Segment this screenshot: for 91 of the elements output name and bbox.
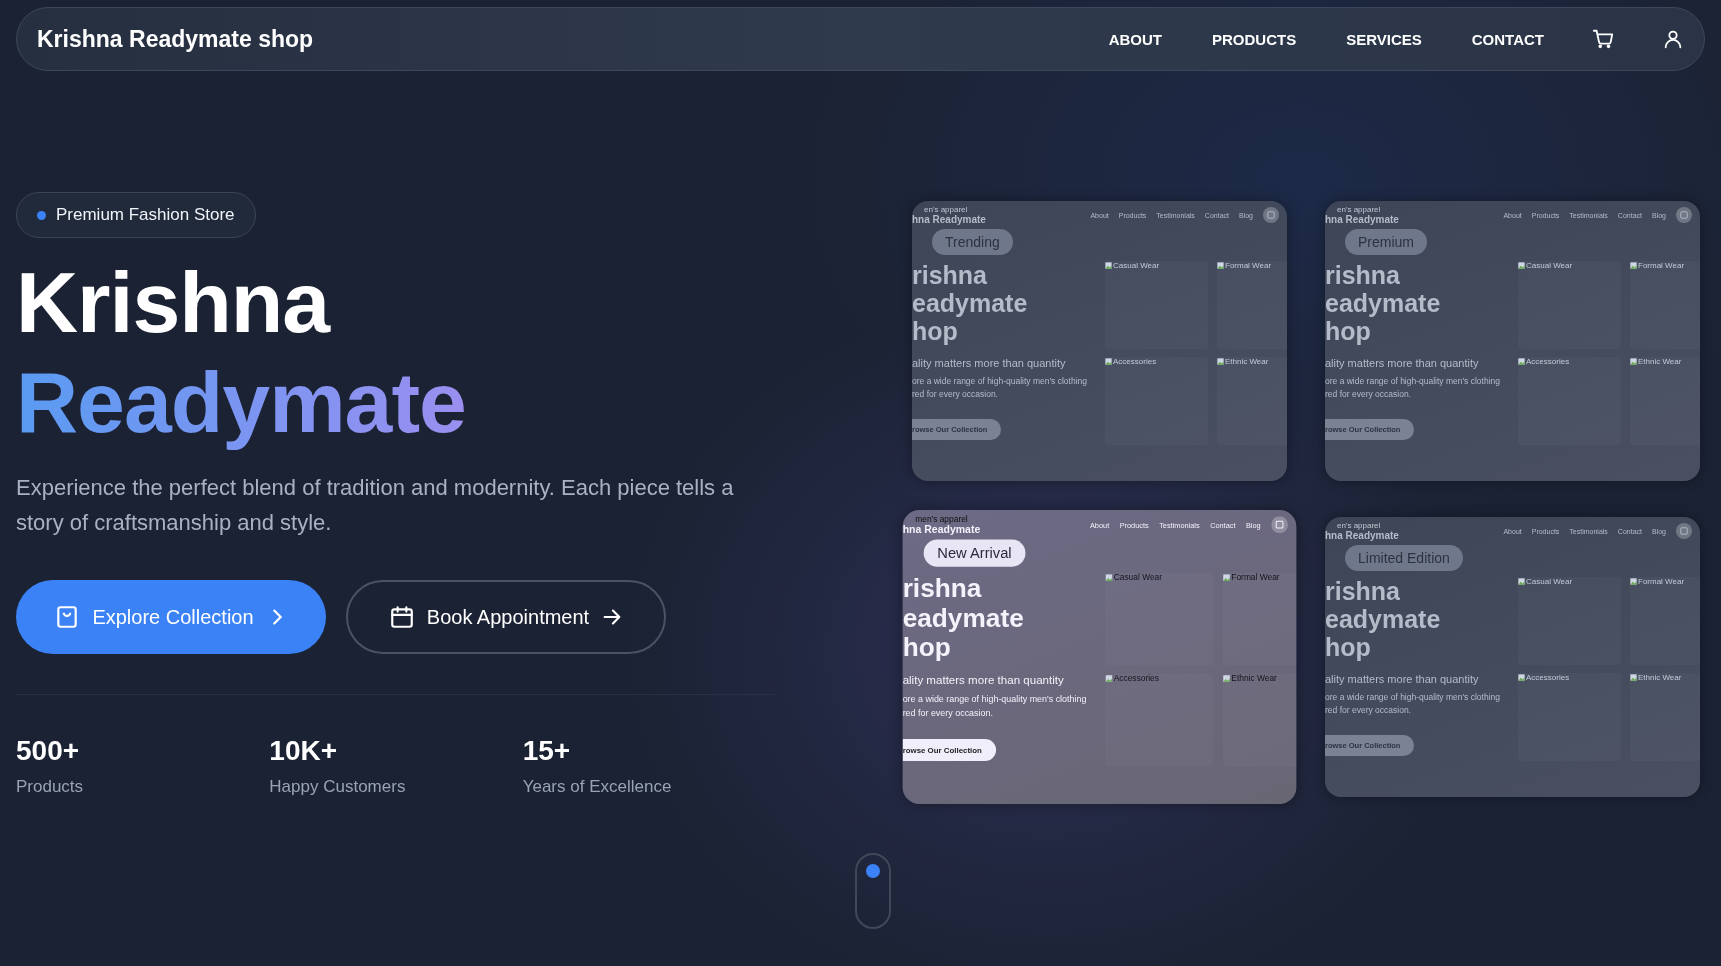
stat-label: Products <box>16 777 85 797</box>
tile-label: Accessories <box>1526 357 1570 366</box>
broken-image-icon <box>1630 358 1637 365</box>
preview-brand: hna Readymate <box>1325 530 1399 541</box>
stat-value: 500+ <box>16 735 81 767</box>
preview-brand: hna Readymate <box>902 523 981 536</box>
tile-label: Ethnic Wear <box>1638 673 1682 682</box>
preview-description: ore a wide range of high-quality men's clothing <box>1325 691 1502 704</box>
preview-description: red for every occasion. <box>1325 388 1412 401</box>
preview-subtitle: ality matters more than quantity <box>912 357 1067 369</box>
preview-headline: hop <box>912 317 959 345</box>
preview-headline: rishna <box>1325 577 1402 605</box>
tile-label: Casual Wear <box>1113 573 1163 583</box>
appointment-button[interactable]: Book Appointment <box>346 580 666 654</box>
preview-subtitle: ality matters more than quantity <box>1325 673 1480 685</box>
preview-description: ore a wide range of high-quality men's clothing <box>902 692 1088 707</box>
preview-subtitle: ality matters more than quantity <box>902 673 1065 687</box>
tile-label: Ethnic Wear <box>1231 673 1277 684</box>
tile-label: Formal Wear <box>1638 261 1685 270</box>
broken-image-icon <box>1518 262 1525 269</box>
broken-image-icon <box>1222 674 1231 683</box>
stat-label: Years of Excellence <box>522 777 673 797</box>
tile-label: Formal Wear <box>1225 261 1272 270</box>
broken-image-icon <box>1105 574 1113 582</box>
preview-headline: eadymate <box>902 602 1025 632</box>
preview-headline: hop <box>1325 317 1372 345</box>
preview-description: red for every occasion. <box>902 706 994 720</box>
nav-link[interactable]: PRODUCTS <box>1212 30 1297 48</box>
broken-image-icon <box>1105 358 1112 365</box>
tile-label: Accessories <box>1526 673 1570 682</box>
nav-link[interactable]: SERVICES <box>1346 30 1422 48</box>
preview-brand: hna Readymate <box>1325 214 1399 225</box>
preview-description: red for every occasion. <box>1325 704 1412 717</box>
broken-image-icon <box>1217 358 1224 365</box>
broken-image-icon <box>1217 262 1224 269</box>
broken-image-icon <box>1518 674 1525 681</box>
tile-label: Formal Wear <box>1638 577 1685 586</box>
store-badge: Premium Fashion Store <box>16 192 256 238</box>
preview-headline: rishna <box>902 573 983 603</box>
hero-description: Experience the perfect blend of tradition and modernity. Each piece tells a story of craftsmanship and style. <box>16 474 735 537</box>
broken-image-icon <box>1105 674 1113 683</box>
preview-headline: rishna <box>912 261 989 289</box>
nav-link[interactable]: CONTACT <box>1471 30 1544 48</box>
broken-image-icon <box>1630 578 1637 585</box>
stat-label: Happy Customers <box>269 777 407 797</box>
preview-subtitle: ality matters more than quantity <box>1325 357 1480 369</box>
card-badge: Premium <box>1345 229 1427 255</box>
card-badge: Trending <box>932 229 1013 255</box>
broken-image-icon <box>1630 262 1637 269</box>
tile-label: Ethnic Wear <box>1638 357 1682 366</box>
showcase-card[interactable] <box>1325 201 1700 481</box>
explore-button[interactable]: Explore Collection <box>16 580 326 654</box>
showcase-card[interactable] <box>902 510 1297 804</box>
nav-link[interactable]: ABOUT <box>1108 30 1162 48</box>
tile-label: Casual Wear <box>1526 261 1573 270</box>
preview-description: ore a wide range of high-quality men's clothing <box>912 375 1089 388</box>
preview-description: red for every occasion. <box>912 388 999 401</box>
card-badge: New Arrival <box>923 539 1026 567</box>
cart-icon[interactable] <box>1592 28 1614 50</box>
showcase-card[interactable] <box>1325 517 1700 797</box>
broken-image-icon <box>1105 262 1112 269</box>
showcase-card[interactable] <box>912 201 1287 481</box>
tile-label: Casual Wear <box>1113 261 1160 270</box>
card-badge: Limited Edition <box>1345 545 1463 571</box>
calendar-icon <box>388 604 415 630</box>
preview-headline: rishna <box>1325 261 1402 289</box>
preview-headline: eadymate <box>1325 605 1442 633</box>
preview-tagline: en's apparel <box>1336 521 1382 530</box>
preview-tagline: men's apparel <box>914 514 969 524</box>
tile-label: Formal Wear <box>1231 573 1280 583</box>
preview-headline: hop <box>1325 633 1372 661</box>
tile-label: Accessories <box>1113 673 1159 684</box>
user-icon[interactable] <box>1662 28 1684 50</box>
broken-image-icon <box>1518 358 1525 365</box>
broken-image-icon <box>1630 674 1637 681</box>
broken-image-icon <box>1222 574 1231 582</box>
preview-description: ore a wide range of high-quality men's clothing <box>1325 375 1502 388</box>
brand-name[interactable]: Krishna Readymate shop <box>37 25 314 53</box>
hero-title: Krishna <box>16 253 332 352</box>
preview-headline: eadymate <box>1325 289 1442 317</box>
broken-image-icon <box>1518 578 1525 585</box>
preview-brand: hna Readymate <box>912 214 986 225</box>
stat-value: 15+ <box>522 735 572 767</box>
tile-label: Accessories <box>1113 357 1157 366</box>
preview-headline: eadymate <box>912 289 1029 317</box>
tile-label: Casual Wear <box>1526 577 1573 586</box>
stat-value: 10K+ <box>269 735 339 767</box>
preview-headline: hop <box>902 631 951 662</box>
preview-tagline: en's apparel <box>923 205 969 214</box>
tile-label: Ethnic Wear <box>1225 357 1269 366</box>
preview-tagline: en's apparel <box>1336 205 1382 214</box>
